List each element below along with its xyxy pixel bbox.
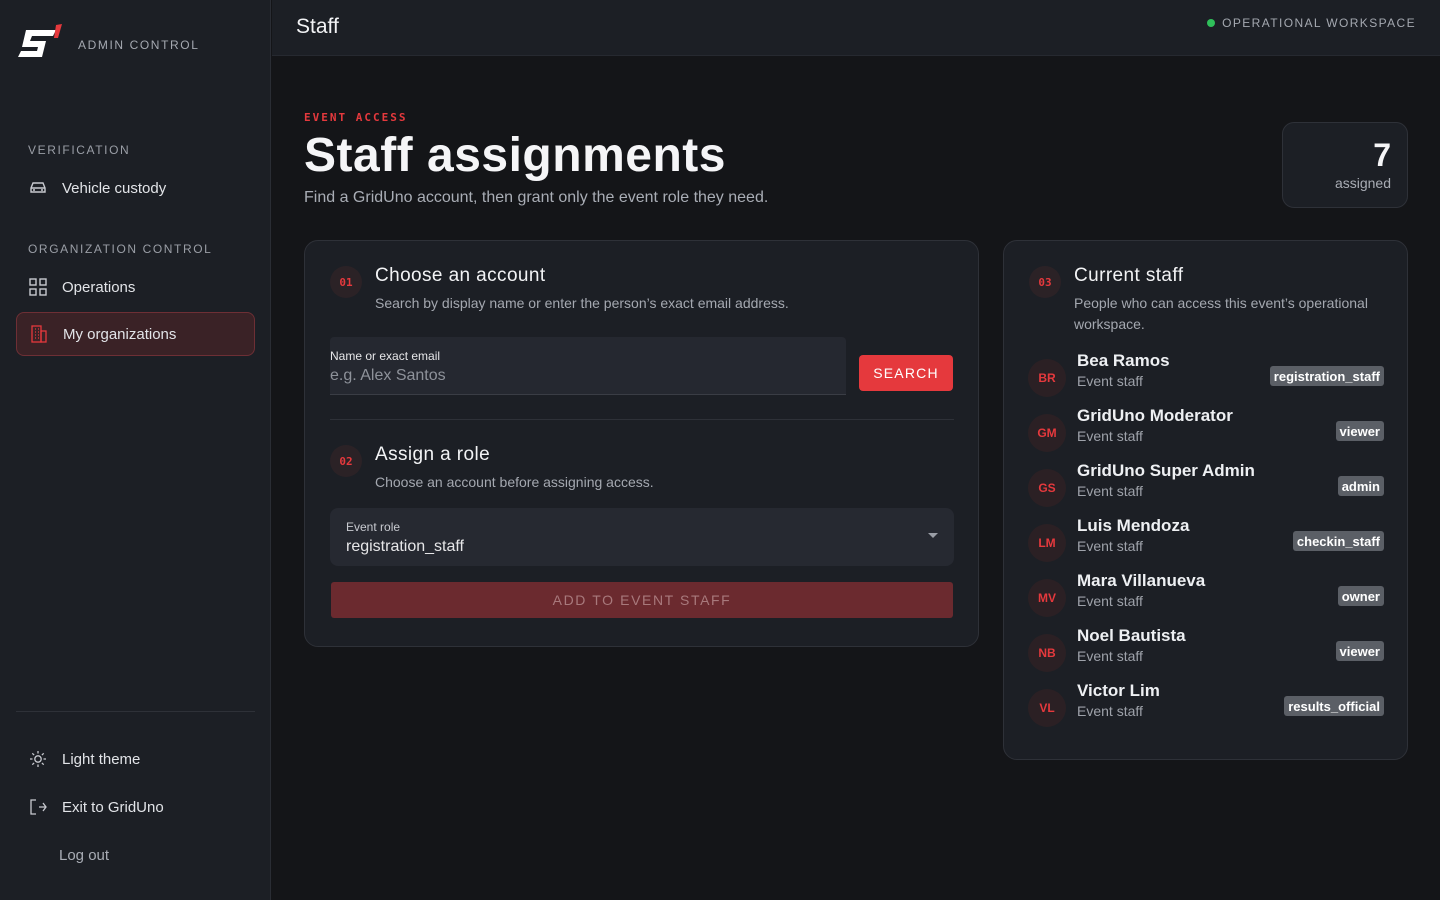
staff-row[interactable]: VL Victor Lim Event staff results_official [1028, 681, 1384, 732]
staff-type: Event staff [1077, 373, 1143, 389]
status-dot-icon [1207, 19, 1216, 27]
status-label: OPERATIONAL WORKSPACE [1222, 16, 1416, 30]
staff-name: Bea Ramos [1077, 351, 1170, 370]
topbar-title: Staff [296, 15, 339, 38]
role-badge: viewer [1335, 641, 1384, 661]
role-badge: results_official [1284, 696, 1384, 716]
staff-name: Mara Villanueva [1077, 571, 1206, 590]
staff-row[interactable]: BR Bea Ramos Event staff registration_staff [1028, 351, 1384, 402]
search-button[interactable]: SEARCH [859, 355, 953, 391]
step-badge: 03 [1029, 266, 1061, 298]
staff-type: Event staff [1077, 483, 1143, 499]
car-icon [28, 178, 48, 198]
staff-row[interactable]: MV Mara Villanueva Event staff owner [1028, 571, 1384, 622]
choose-account-desc: Search by display name or enter the pers… [375, 295, 789, 311]
nav-section-organization: ORGANIZATION CONTROL [28, 242, 213, 256]
staff-name: Victor Lim [1077, 681, 1160, 700]
page-title: Staff assignments [304, 129, 726, 182]
sun-icon [28, 749, 48, 769]
event-role-value: registration_staff [346, 538, 464, 555]
avatar: GS [1028, 469, 1066, 507]
event-role-label: Event role [346, 520, 401, 534]
avatar: NB [1028, 634, 1066, 672]
staff-type: Event staff [1077, 538, 1143, 554]
role-badge: owner [1337, 586, 1384, 606]
sidebar-item-my-organizations[interactable]: My organizations [16, 312, 255, 356]
sidebar-item-label: Vehicle custody [62, 179, 167, 197]
avatar: MV [1028, 579, 1066, 617]
step-badge: 02 [330, 445, 362, 477]
assigned-count-label: assigned [1334, 175, 1391, 191]
gridUno-logo-icon [18, 24, 62, 57]
section-divider [330, 419, 954, 420]
sidebar-item-vehicle-custody[interactable]: Vehicle custody [16, 166, 255, 210]
sidebar-item-label: Operations [62, 278, 136, 296]
staff-type: Event staff [1077, 593, 1143, 609]
current-staff-desc: People who can access this event’s opera… [1074, 295, 1368, 332]
building-icon [29, 324, 49, 344]
choose-account-title: Choose an account [375, 265, 546, 286]
avatar: BR [1028, 359, 1066, 397]
sidebar-item-exit[interactable]: Exit to GridUno [16, 785, 255, 829]
role-badge: checkin_staff [1292, 531, 1384, 551]
role-badge: viewer [1335, 421, 1384, 441]
staff-row[interactable]: GS GridUno Super Admin Event staff admin [1028, 461, 1384, 512]
staff-type: Event staff [1077, 648, 1143, 664]
nav-section-verification: VERIFICATION [28, 143, 131, 157]
current-staff-title: Current staff [1074, 265, 1184, 286]
avatar: VL [1028, 689, 1066, 727]
staff-type: Event staff [1077, 703, 1143, 719]
workspace-status: OPERATIONAL WORKSPACE [1207, 16, 1416, 30]
avatar: GM [1028, 414, 1066, 452]
role-badge: admin [1337, 476, 1384, 496]
avatar: LM [1028, 524, 1066, 562]
sidebar-item-label: Exit to GridUno [62, 798, 164, 816]
current-staff-card: 03 Current staff People who can access t… [1003, 240, 1408, 760]
sidebar-item-label: Log out [59, 846, 110, 864]
role-badge: registration_staff [1269, 366, 1384, 386]
chevron-down-icon [928, 533, 938, 538]
assigned-count-card: 7 assigned [1282, 122, 1408, 208]
staff-row[interactable]: NB Noel Bautista Event staff viewer [1028, 626, 1384, 677]
staff-type: Event staff [1077, 428, 1143, 444]
assign-card: 01 Choose an account Search by display n… [304, 240, 979, 647]
staff-row[interactable]: LM Luis Mendoza Event staff checkin_staff [1028, 516, 1384, 567]
sidebar-item-logout[interactable]: Log out [16, 833, 255, 877]
staff-row[interactable]: GM GridUno Moderator Event staff viewer [1028, 406, 1384, 457]
page-eyebrow: EVENT ACCESS [304, 111, 408, 124]
assigned-count: 7 [1373, 137, 1391, 173]
sidebar-item-light-theme[interactable]: Light theme [16, 737, 255, 781]
brand-label: ADMIN CONTROL [78, 38, 200, 52]
assign-role-desc: Choose an account before assigning acces… [375, 474, 654, 490]
add-to-event-staff-button[interactable]: ADD TO EVENT STAFF [331, 582, 953, 618]
assign-role-title: Assign a role [375, 444, 491, 465]
sidebar-item-operations[interactable]: Operations [16, 265, 255, 309]
sidebar: ADMIN CONTROL VERIFICATION Vehicle custo… [0, 0, 271, 900]
brand[interactable]: ADMIN CONTROL [16, 24, 199, 62]
sidebar-item-label: My organizations [63, 325, 177, 343]
step-badge: 01 [330, 266, 362, 298]
account-search-field[interactable]: Name or exact email [330, 337, 846, 395]
account-search-input[interactable] [330, 365, 830, 387]
sidebar-item-label: Light theme [62, 750, 141, 768]
page-subtitle: Find a GridUno account, then grant only … [304, 189, 769, 206]
staff-name: Luis Mendoza [1077, 516, 1190, 535]
sidebar-divider [16, 711, 255, 712]
staff-name: Noel Bautista [1077, 626, 1186, 645]
staff-name: GridUno Moderator [1077, 406, 1233, 425]
staff-name: GridUno Super Admin [1077, 461, 1255, 480]
exit-icon [28, 797, 48, 817]
grid-icon [28, 277, 48, 297]
account-search-label: Name or exact email [330, 349, 441, 363]
event-role-select[interactable]: Event role registration_staff [330, 508, 954, 566]
topbar: Staff OPERATIONAL WORKSPACE [272, 0, 1440, 56]
